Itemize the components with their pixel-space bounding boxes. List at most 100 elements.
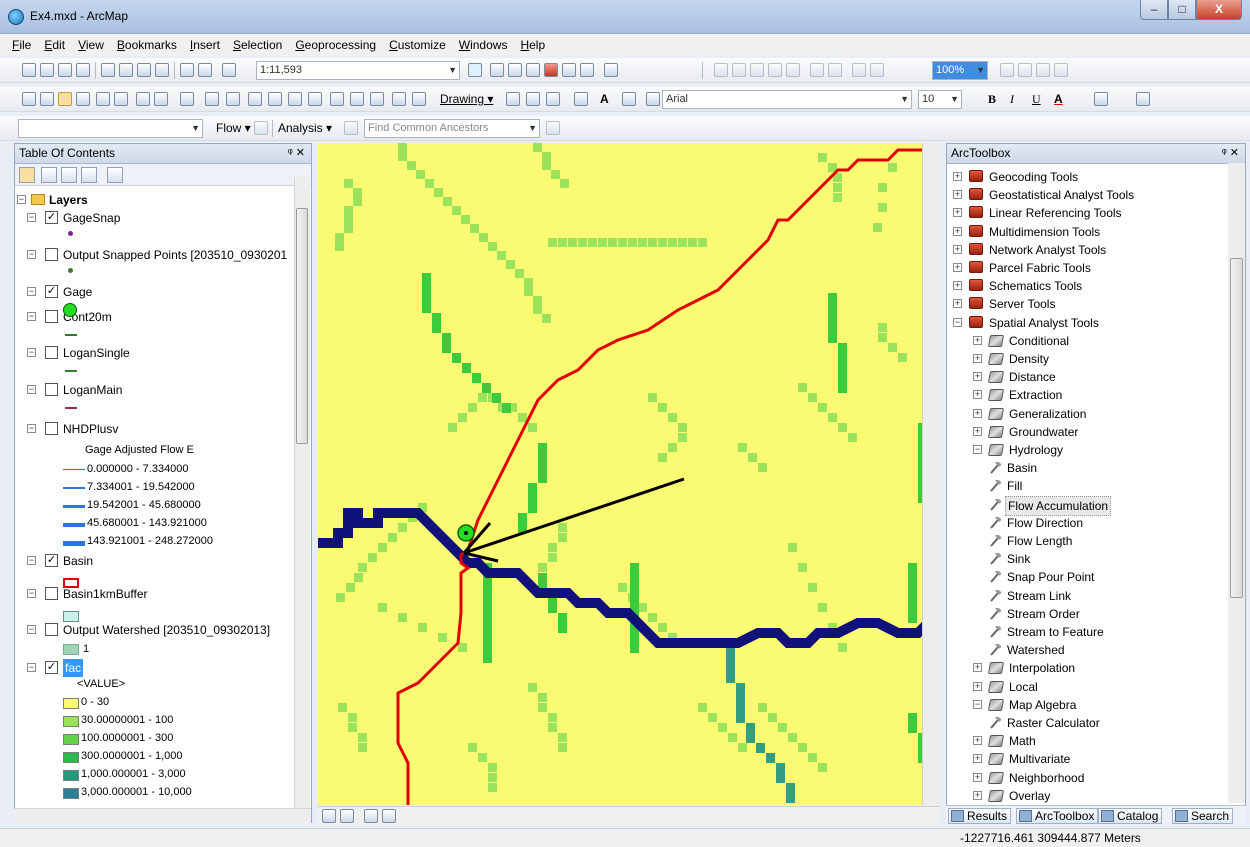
pan-icon[interactable] <box>58 92 72 106</box>
map-scrollbar[interactable] <box>922 143 940 805</box>
expand-toggle[interactable]: − <box>973 699 982 709</box>
html-popup-icon[interactable] <box>288 92 302 106</box>
toolbox-item-label[interactable]: Density <box>1007 350 1051 368</box>
menu-help[interactable]: Help <box>520 38 545 52</box>
expand-toggle[interactable]: + <box>973 772 982 782</box>
toolbox-item[interactable]: + Math <box>947 732 1229 750</box>
collapse-toggle[interactable]: − <box>27 385 36 394</box>
map-canvas[interactable] <box>318 143 940 805</box>
toolbox-item-label[interactable]: Watershed <box>1005 641 1067 659</box>
toolbox-item[interactable]: Stream Link <box>947 587 1229 605</box>
layer-visibility-checkbox[interactable] <box>45 623 58 636</box>
expand-toggle[interactable]: + <box>973 790 982 800</box>
toolbox-item-label[interactable]: Spatial Analyst Tools <box>987 314 1101 332</box>
toolbox-item[interactable]: Basin <box>947 459 1229 477</box>
python-window-icon[interactable] <box>562 63 576 77</box>
copy-icon[interactable] <box>119 63 133 77</box>
toolbox-item[interactable]: + Geocoding Tools <box>947 168 1229 186</box>
arctoolbox-pin-close[interactable]: ᵠ ✕ <box>1222 144 1239 163</box>
zoom-out-icon[interactable] <box>40 92 54 106</box>
toolbox-item-label[interactable]: Groundwater <box>1007 423 1080 441</box>
flow-arrow-icon[interactable] <box>254 121 268 135</box>
menu-windows[interactable]: Windows <box>459 38 508 52</box>
bold-button[interactable]: B <box>988 92 996 107</box>
toolbox-item-label[interactable]: Hydrology <box>1007 441 1065 459</box>
menu-view[interactable]: View <box>78 38 104 52</box>
layer-name[interactable]: fac <box>63 659 84 677</box>
layer-name[interactable]: GageSnap <box>63 209 120 227</box>
toolbox-item[interactable]: − Map Algebra <box>947 696 1229 714</box>
italic-button[interactable]: I <box>1010 92 1014 107</box>
toolbox-item-label[interactable]: Flow Direction <box>1005 514 1085 532</box>
toolbox-item[interactable]: Raster Calculator <box>947 714 1229 732</box>
collapse-toggle[interactable]: − <box>27 312 36 321</box>
flow-menu[interactable]: Flow ▾ <box>216 121 251 135</box>
layer-visibility-checkbox[interactable]: ✓ <box>45 554 58 567</box>
arctoolbox-icon[interactable] <box>544 63 558 77</box>
whats-this-icon[interactable] <box>604 63 618 77</box>
toolbox-item-label[interactable]: Stream Link <box>1005 587 1073 605</box>
search-window-icon[interactable] <box>526 63 540 77</box>
fixed-zoom-out-icon[interactable] <box>828 63 842 77</box>
layer-row[interactable]: − Basin1kmBuffer <box>15 585 295 603</box>
analysis-menu[interactable]: Analysis ▾ <box>278 121 332 135</box>
toolbox-item[interactable]: + Interpolation <box>947 659 1229 677</box>
expand-toggle[interactable]: + <box>953 244 962 254</box>
layer-visibility-checkbox[interactable] <box>45 346 58 359</box>
toc-window-icon[interactable] <box>490 63 504 77</box>
draw-select-arrow-icon[interactable] <box>506 92 520 106</box>
layer-row[interactable]: − Output Watershed [203510_09302013] <box>15 621 295 639</box>
toolbox-item-label[interactable]: Network Analyst Tools <box>987 241 1108 259</box>
identify-icon[interactable] <box>248 92 262 106</box>
maximize-button[interactable]: □ <box>1168 0 1196 20</box>
menu-customize[interactable]: Customize <box>389 38 446 52</box>
toolbox-item-label[interactable]: Overlay <box>1007 787 1052 804</box>
collapse-toggle[interactable]: − <box>27 348 36 357</box>
underline-button[interactable]: U <box>1032 92 1041 107</box>
change-layout-icon[interactable] <box>1036 63 1050 77</box>
layout-zoom-in-icon[interactable] <box>714 63 728 77</box>
layout-pan-icon[interactable] <box>750 63 764 77</box>
drawing-menu[interactable]: Drawing ▾ <box>440 92 493 106</box>
cut-icon[interactable] <box>101 63 115 77</box>
network-combo[interactable]: ▼ <box>18 119 203 138</box>
toolbox-item[interactable]: + Groundwater <box>947 423 1229 441</box>
menu-edit[interactable]: Edit <box>44 38 65 52</box>
menu-bookmarks[interactable]: Bookmarks <box>117 38 177 52</box>
dock-tab-results[interactable]: Results <box>948 808 1012 824</box>
font-size-combo[interactable]: 10 ▼ <box>918 90 962 109</box>
toolbox-item-label[interactable]: Raster Calculator <box>1005 714 1102 732</box>
toolbox-item[interactable]: + Local <box>947 678 1229 696</box>
collapse-toggle[interactable]: − <box>27 424 36 433</box>
layer-row[interactable]: − Output Snapped Points [203510_0930201 <box>15 246 295 264</box>
rectangle-icon[interactable] <box>574 92 588 106</box>
menu-file[interactable]: File <box>12 38 31 52</box>
collapse-toggle[interactable]: − <box>27 589 36 598</box>
back-extent-icon[interactable] <box>136 92 150 106</box>
toolbox-item-label[interactable]: Server Tools <box>987 295 1057 313</box>
toolbox-item-label[interactable]: Multidimension Tools <box>987 223 1102 241</box>
refresh-icon[interactable] <box>364 809 378 823</box>
toolbox-item-label[interactable]: Snap Pour Point <box>1005 568 1096 586</box>
expand-toggle[interactable]: + <box>973 390 982 400</box>
layer-visibility-checkbox[interactable] <box>45 422 58 435</box>
expand-toggle[interactable]: − <box>953 317 962 327</box>
toc-scroll-thumb[interactable] <box>296 208 308 444</box>
zoom-in-icon[interactable] <box>22 92 36 106</box>
layout-view-icon[interactable] <box>340 809 354 823</box>
layer-row[interactable]: − ✓ fac <box>15 659 295 677</box>
expand-toggle[interactable]: + <box>973 681 982 691</box>
collapse-toggle[interactable]: − <box>17 195 26 204</box>
toolbox-item-label[interactable]: Stream Order <box>1005 605 1082 623</box>
layer-row[interactable]: − LoganSingle <box>15 344 295 362</box>
collapse-toggle[interactable]: − <box>27 625 36 634</box>
toolbox-item[interactable]: + Linear Referencing Tools <box>947 204 1229 222</box>
expand-toggle[interactable]: + <box>953 172 962 181</box>
menu-insert[interactable]: Insert <box>190 38 220 52</box>
toolbox-item-label[interactable]: Local <box>1007 678 1040 696</box>
forward-extent-icon[interactable] <box>154 92 168 106</box>
save-icon[interactable] <box>58 63 72 77</box>
toolbox-item-label[interactable]: Sink <box>1005 550 1032 568</box>
toolbox-item[interactable]: Stream to Feature <box>947 623 1229 641</box>
toolbox-item[interactable]: Fill <box>947 477 1229 495</box>
